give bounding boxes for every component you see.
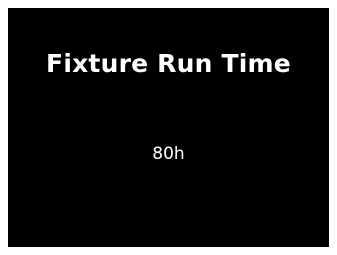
run-time-value: 80h [152,144,185,164]
fixture-run-time-screen: Fixture Run Time 80h [8,8,329,247]
screen-title: Fixture Run Time [46,49,291,78]
